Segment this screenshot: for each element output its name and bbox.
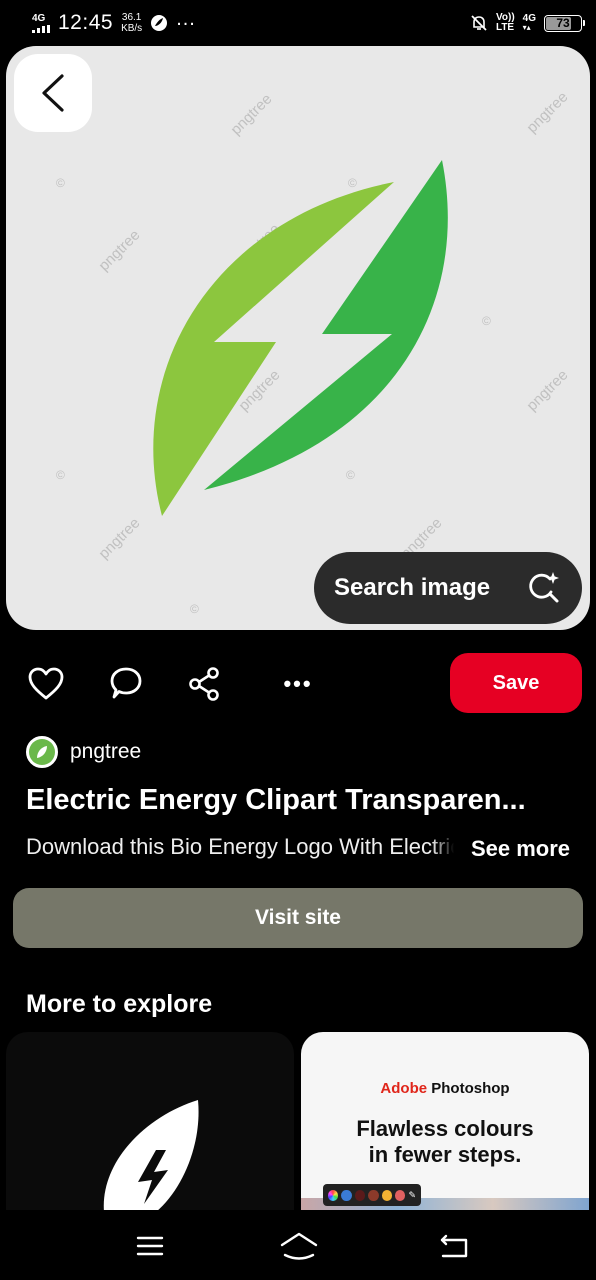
- pin-image[interactable]: pngtree pngtree pngtree pngtree pngtree …: [6, 46, 590, 630]
- source-logo-icon: [37, 746, 47, 758]
- ad-headline-line-1: Flawless colours: [356, 1116, 534, 1141]
- system-nav-bar: [0, 1210, 596, 1280]
- back-nav-button[interactable]: [436, 1226, 472, 1266]
- watermark: pngtree: [523, 88, 572, 137]
- comment-icon: [110, 667, 142, 699]
- more-dots-icon: •••: [283, 671, 313, 696]
- network-type: 4G: [32, 12, 46, 24]
- save-button[interactable]: Save: [450, 653, 582, 713]
- chevron-left-icon: [42, 74, 64, 112]
- app-notification-icon: [151, 15, 168, 31]
- status-bar: 4G 12:45 36.1 KB/s ... Vo)) LTE 4G ▾▴ 73: [0, 0, 596, 46]
- menu-nav-button[interactable]: [134, 1226, 166, 1266]
- speed-value: 36.1: [121, 11, 142, 23]
- network-speed: 36.1 KB/s: [121, 12, 142, 35]
- network-indicator-right: 4G ▾▴: [522, 13, 536, 33]
- ad-headline-line-2: in fewer steps.: [368, 1142, 522, 1168]
- back-button[interactable]: [14, 54, 92, 132]
- pin-source[interactable]: pngtree: [26, 736, 141, 768]
- battery-icon: 73: [544, 14, 585, 32]
- watermark: pngtree: [95, 514, 144, 563]
- watermark: pngtree: [523, 366, 572, 415]
- copyright-mark: ©: [56, 176, 65, 190]
- copyright-mark: ©: [190, 602, 199, 616]
- copyright-mark: ©: [56, 468, 65, 482]
- more-to-explore-heading: More to explore: [26, 990, 213, 1018]
- search-image-label: Search image: [334, 574, 491, 601]
- watermark: pngtree: [95, 226, 144, 275]
- heart-icon: [28, 667, 64, 700]
- comment-button[interactable]: [106, 664, 146, 704]
- like-button[interactable]: [26, 664, 66, 704]
- home-nav-button[interactable]: [278, 1226, 320, 1266]
- home-icon: [280, 1232, 318, 1260]
- ad-headline: Flawless colours in fewer steps.: [301, 1116, 589, 1169]
- lte-label: LTE: [495, 22, 515, 33]
- energy-leaf-logo: [153, 160, 448, 516]
- watermark: pngtree: [227, 90, 276, 139]
- back-arrow-icon: [440, 1234, 468, 1258]
- ad-brand-adobe: Adobe: [380, 1080, 428, 1097]
- see-more-link[interactable]: See more: [471, 836, 570, 862]
- visual-search-sparkle-icon: [526, 570, 562, 606]
- battery-level: 73: [556, 16, 570, 30]
- speed-unit: KB/s: [121, 23, 143, 34]
- ad-brand-product: Photoshop: [427, 1080, 510, 1097]
- search-image-button[interactable]: Search image: [314, 552, 582, 624]
- pin-actions: ••• Save: [0, 652, 596, 714]
- explore-card[interactable]: [6, 1032, 294, 1212]
- energy-leaf-thumbnail: [103, 1100, 199, 1212]
- visit-site-button[interactable]: Visit site: [13, 888, 583, 948]
- signal-bars-icon: [32, 24, 50, 33]
- explore-card-ad[interactable]: Adobe Photoshop Flawless colours in fewe…: [301, 1032, 589, 1212]
- source-avatar: [26, 736, 58, 768]
- share-button[interactable]: [184, 664, 224, 704]
- share-icon: [189, 667, 219, 701]
- menu-icon: [136, 1236, 164, 1256]
- copyright-mark: ©: [482, 314, 491, 328]
- mute-bell-icon: [471, 15, 487, 31]
- pin-title: Electric Energy Clipart Transparen...: [26, 784, 526, 816]
- data-arrows-icon: ▾▴: [522, 23, 531, 33]
- volte-indicator: Vo)) LTE: [495, 12, 515, 34]
- ad-brand: Adobe Photoshop: [301, 1080, 589, 1097]
- pin-description: Download this Bio Energy Logo With Elect…: [26, 834, 570, 864]
- signal-indicator: 4G: [32, 12, 50, 33]
- more-notifications-icon: ...: [176, 7, 196, 30]
- more-options-button[interactable]: •••: [274, 664, 322, 704]
- status-time: 12:45: [58, 11, 114, 34]
- source-name: pngtree: [70, 740, 142, 763]
- color-palette-icon: ✎: [323, 1184, 421, 1206]
